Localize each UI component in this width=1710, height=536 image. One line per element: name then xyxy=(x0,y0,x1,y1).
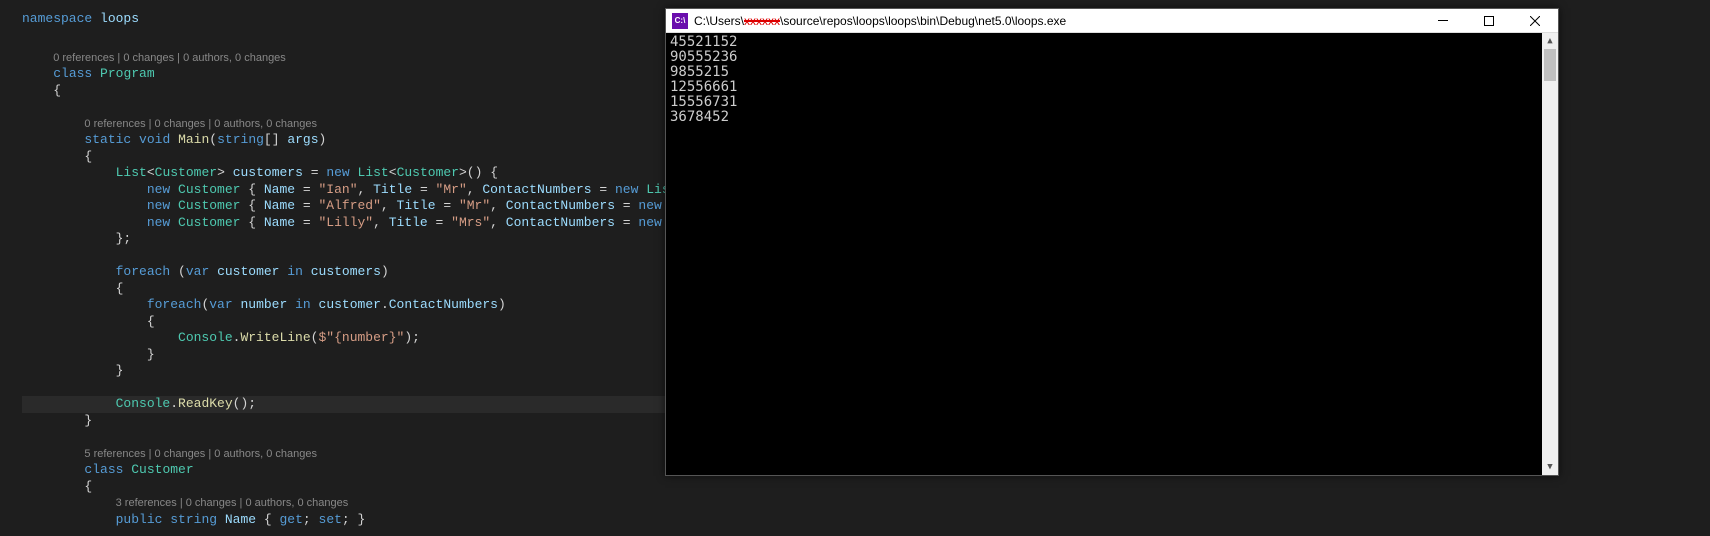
class-keyword: class xyxy=(84,462,123,477)
window-controls xyxy=(1420,9,1558,33)
new-keyword: new xyxy=(147,182,170,197)
codelens-program[interactable]: 0 references | 0 changes | 0 authors, 0 … xyxy=(53,52,286,64)
output-line: 15556731 xyxy=(670,94,737,110)
customer-var: customer xyxy=(319,297,381,312)
output-line: 3678452 xyxy=(670,109,729,125)
string-type: string xyxy=(170,512,217,527)
customer-type: Customer xyxy=(178,198,240,213)
ian-name-string: "Ian" xyxy=(319,182,358,197)
title-prop: Title xyxy=(389,215,428,230)
new-keyword: new xyxy=(326,165,349,180)
name-prop: Name xyxy=(264,182,295,197)
foreach-keyword: foreach xyxy=(116,264,171,279)
in-keyword: in xyxy=(287,264,303,279)
list-type: List xyxy=(646,182,665,197)
title-prop: Title xyxy=(397,198,436,213)
codelens-customer[interactable]: 5 references | 0 changes | 0 authors, 0 … xyxy=(84,448,317,460)
output-line: 45521152 xyxy=(670,34,737,50)
main-method-name: Main xyxy=(178,132,209,147)
new-keyword: new xyxy=(147,215,170,230)
minimize-button[interactable] xyxy=(1420,9,1466,33)
string-keyword: string xyxy=(217,132,264,147)
var-keyword: var xyxy=(209,297,232,312)
args-param: args xyxy=(287,132,318,147)
title-prop: Title xyxy=(373,182,412,197)
lilly-name-string: "Lilly" xyxy=(319,215,374,230)
console-type: Console xyxy=(178,330,233,345)
codelens-name[interactable]: 3 references | 0 changes | 0 authors, 0 … xyxy=(116,497,349,509)
console-output[interactable]: 45521152 90555236 9855215 12556661 15556… xyxy=(666,33,1558,475)
title-suffix: \source\repos\loops\loops\bin\Debug\net5… xyxy=(780,14,1066,28)
code-area[interactable]: namespace loops 0 references | 0 changes… xyxy=(0,0,665,528)
scroll-down-arrow[interactable]: ▼ xyxy=(1542,459,1558,475)
list-type: List xyxy=(116,165,147,180)
var-keyword: var xyxy=(186,264,209,279)
customer-type: Customer xyxy=(155,165,217,180)
program-class-name: Program xyxy=(100,66,155,81)
readkey-method: ReadKey xyxy=(178,396,233,411)
lilly-title-string: "Mrs" xyxy=(451,215,490,230)
console-icon-text: C:\ xyxy=(675,16,686,25)
number-var: number xyxy=(240,297,287,312)
console-title: C:\Users\xxxxxx\source\repos\loops\loops… xyxy=(694,14,1420,28)
close-button[interactable] xyxy=(1512,9,1558,33)
maximize-icon xyxy=(1484,16,1494,26)
output-line: 90555236 xyxy=(670,49,737,65)
scroll-thumb[interactable] xyxy=(1544,49,1556,81)
console-type: Console xyxy=(116,396,171,411)
customer-var: customer xyxy=(217,264,279,279)
name-prop: Name xyxy=(264,198,295,213)
contact-prop: ContactNumbers xyxy=(506,215,615,230)
console-window[interactable]: C:\ C:\Users\xxxxxx\source\repos\loops\l… xyxy=(665,8,1559,476)
public-keyword: public xyxy=(116,512,163,527)
alfred-name-string: "Alfred" xyxy=(319,198,381,213)
new-keyword: new xyxy=(147,198,170,213)
output-line: 9855215 xyxy=(670,64,729,80)
contact-prop: ContactNumbers xyxy=(482,182,591,197)
close-icon xyxy=(1530,16,1540,26)
customer-class-name: Customer xyxy=(131,462,193,477)
contact-prop: ContactNumbers xyxy=(506,198,615,213)
static-keyword: static xyxy=(84,132,131,147)
get-keyword: get xyxy=(280,512,303,527)
ian-title-string: "Mr" xyxy=(436,182,467,197)
class-keyword: class xyxy=(53,66,92,81)
alfred-title-string: "Mr" xyxy=(459,198,490,213)
foreach-keyword: foreach xyxy=(147,297,202,312)
codelens-main[interactable]: 0 references | 0 changes | 0 authors, 0 … xyxy=(84,118,317,130)
customer-type: Customer xyxy=(178,182,240,197)
console-titlebar[interactable]: C:\ C:\Users\xxxxxx\source\repos\loops\l… xyxy=(666,9,1558,33)
namespace-keyword: namespace xyxy=(22,11,92,26)
new-keyword: new xyxy=(638,198,661,213)
console-scrollbar[interactable]: ▲ ▼ xyxy=(1542,33,1558,475)
contact-prop: ContactNumbers xyxy=(389,297,498,312)
namespace-name: loops xyxy=(100,11,139,26)
title-prefix: C:\Users\ xyxy=(694,14,744,28)
scroll-up-arrow[interactable]: ▲ xyxy=(1542,33,1558,49)
interpolated-string: $"{number}" xyxy=(318,330,404,345)
new-keyword: new xyxy=(615,182,638,197)
set-keyword: set xyxy=(319,512,342,527)
code-editor-pane[interactable]: namespace loops 0 references | 0 changes… xyxy=(0,0,665,536)
in-keyword: in xyxy=(295,297,311,312)
list-type: List xyxy=(358,165,389,180)
writeline-method: WriteLine xyxy=(240,330,310,345)
minimize-icon xyxy=(1438,20,1448,21)
customer-type: Customer xyxy=(178,215,240,230)
customer-type: Customer xyxy=(397,165,459,180)
console-icon: C:\ xyxy=(672,13,688,29)
void-keyword: void xyxy=(139,132,170,147)
customers-var: customers xyxy=(311,264,381,279)
maximize-button[interactable] xyxy=(1466,9,1512,33)
name-prop: Name xyxy=(264,215,295,230)
new-keyword: new xyxy=(638,215,661,230)
customers-var: customers xyxy=(233,165,303,180)
output-line: 12556661 xyxy=(670,79,737,95)
name-property: Name xyxy=(225,512,256,527)
title-redacted: xxxxxx xyxy=(744,14,780,28)
